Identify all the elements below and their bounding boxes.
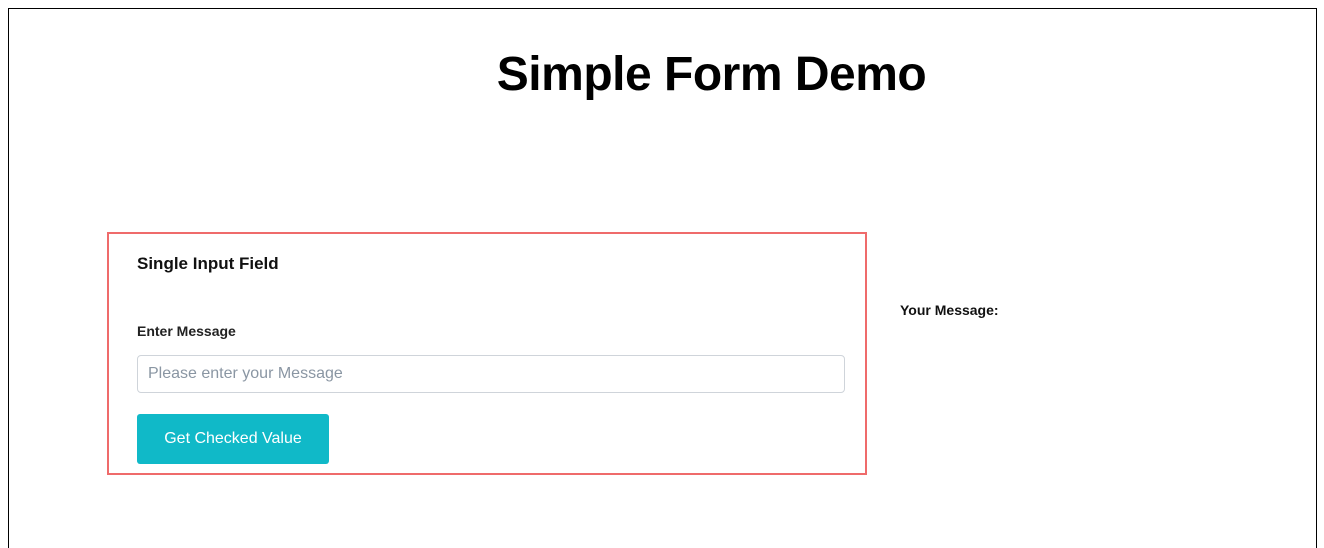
- page-frame: Simple Form Demo Single Input Field Ente…: [8, 8, 1317, 548]
- your-message-label: Your Message:: [900, 302, 999, 318]
- card-title: Single Input Field: [137, 254, 279, 273]
- page-title: Simple Form Demo: [496, 48, 927, 101]
- message-field-label: Enter Message: [137, 323, 236, 339]
- get-checked-value-button[interactable]: Get Checked Value: [137, 414, 329, 464]
- message-output-panel: Your Message:: [900, 302, 1280, 344]
- message-input[interactable]: [137, 355, 845, 393]
- single-input-card: Single Input Field Enter Message Get Che…: [107, 232, 867, 475]
- your-message-value: [900, 326, 1280, 344]
